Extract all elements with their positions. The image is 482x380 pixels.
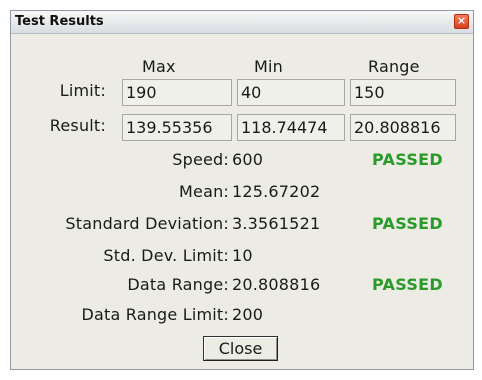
speed-value: 600 [232,150,264,169]
mean-label: Mean: [179,182,229,201]
result-range-field[interactable]: 20.808816 [350,114,456,141]
data-range-status-badge: PASSED [372,275,443,294]
std-dev-label: Standard Deviation: [65,214,229,233]
std-dev-limit-value: 10 [232,246,253,265]
speed-label: Speed: [172,150,229,169]
limit-max-field[interactable]: 190 [122,79,232,106]
std-dev-limit-label: Std. Dev. Limit: [103,246,229,265]
result-min-field[interactable]: 118.74474 [237,114,345,141]
column-header-max: Max [142,57,176,76]
data-range-label: Data Range: [127,275,229,294]
speed-status-badge: PASSED [372,150,443,169]
limit-min-field[interactable]: 40 [237,79,345,106]
window-title: Test Results [15,14,104,29]
result-max-field[interactable]: 139.55356 [122,114,232,141]
data-range-limit-label: Data Range Limit: [81,305,229,324]
data-range-limit-value: 200 [232,305,264,324]
close-button[interactable]: Close [203,336,278,361]
column-header-range: Range [368,57,420,76]
title-bar[interactable]: Test Results × [11,11,473,34]
std-dev-value: 3.3561521 [232,214,321,233]
std-dev-status-badge: PASSED [372,214,443,233]
close-icon[interactable]: × [454,14,469,29]
result-label: Result: [49,116,106,135]
mean-value: 125.67202 [232,182,321,201]
column-header-min: Min [254,57,283,76]
limit-range-field[interactable]: 150 [350,79,456,106]
test-results-dialog: Test Results × Max Min Range Limit: 190 … [10,10,474,370]
data-range-value: 20.808816 [232,275,321,294]
limit-label: Limit: [59,81,106,100]
